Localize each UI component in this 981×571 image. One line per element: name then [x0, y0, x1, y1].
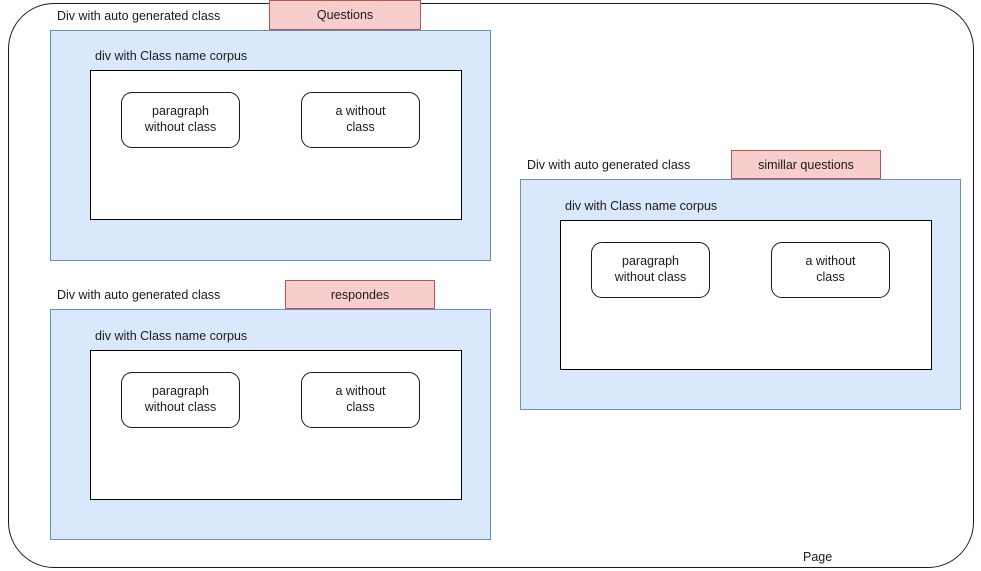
node-a-without-class[interactable]: a without class [301, 372, 420, 428]
node-a-line2: class [816, 270, 845, 284]
node-paragraph-line1: paragraph [152, 384, 209, 399]
auto-generated-class-label: Div with auto generated class [57, 288, 221, 302]
node-a-without-class[interactable]: a without class [301, 92, 420, 148]
tag-respondes[interactable]: respondes [285, 280, 435, 309]
node-paragraph-without-class[interactable]: paragraph without class [121, 92, 240, 148]
group-questions[interactable]: Div with auto generated class Questions … [0, 0, 500, 265]
auto-generated-class-label: Div with auto generated class [57, 9, 221, 23]
node-a-line1: a without [805, 254, 856, 269]
auto-generated-class-label: Div with auto generated class [527, 158, 691, 172]
tag-similar-questions-label: simillar questions [758, 157, 854, 172]
diagram-canvas: Div with auto generated class Questions … [0, 0, 981, 571]
tag-questions[interactable]: Questions [269, 0, 421, 30]
node-a-line1: a without [335, 384, 386, 399]
node-paragraph-without-class[interactable]: paragraph without class [591, 242, 710, 298]
node-a-without-class[interactable]: a without class [771, 242, 890, 298]
node-paragraph-line1: paragraph [622, 254, 679, 269]
node-a-line2: class [346, 120, 375, 134]
node-paragraph-line2: without class [144, 120, 217, 134]
node-a-line1: a without [335, 104, 386, 119]
tag-similar-questions[interactable]: simillar questions [731, 150, 881, 179]
group-respondes[interactable]: Div with auto generated class respondes … [0, 280, 500, 542]
group-similar-questions[interactable]: Div with auto generated class simillar q… [520, 150, 965, 412]
corpus-class-label: div with Class name corpus [95, 49, 248, 63]
corpus-class-label: div with Class name corpus [565, 199, 718, 213]
node-paragraph-line2: without class [614, 270, 687, 284]
page-label: Page [803, 550, 833, 564]
node-paragraph-line2: without class [144, 400, 217, 414]
node-paragraph-without-class[interactable]: paragraph without class [121, 372, 240, 428]
corpus-class-label: div with Class name corpus [95, 329, 248, 343]
tag-respondes-label: respondes [330, 287, 390, 302]
node-paragraph-line1: paragraph [152, 104, 209, 119]
node-a-line2: class [346, 400, 375, 414]
tag-questions-label: Questions [316, 8, 374, 22]
